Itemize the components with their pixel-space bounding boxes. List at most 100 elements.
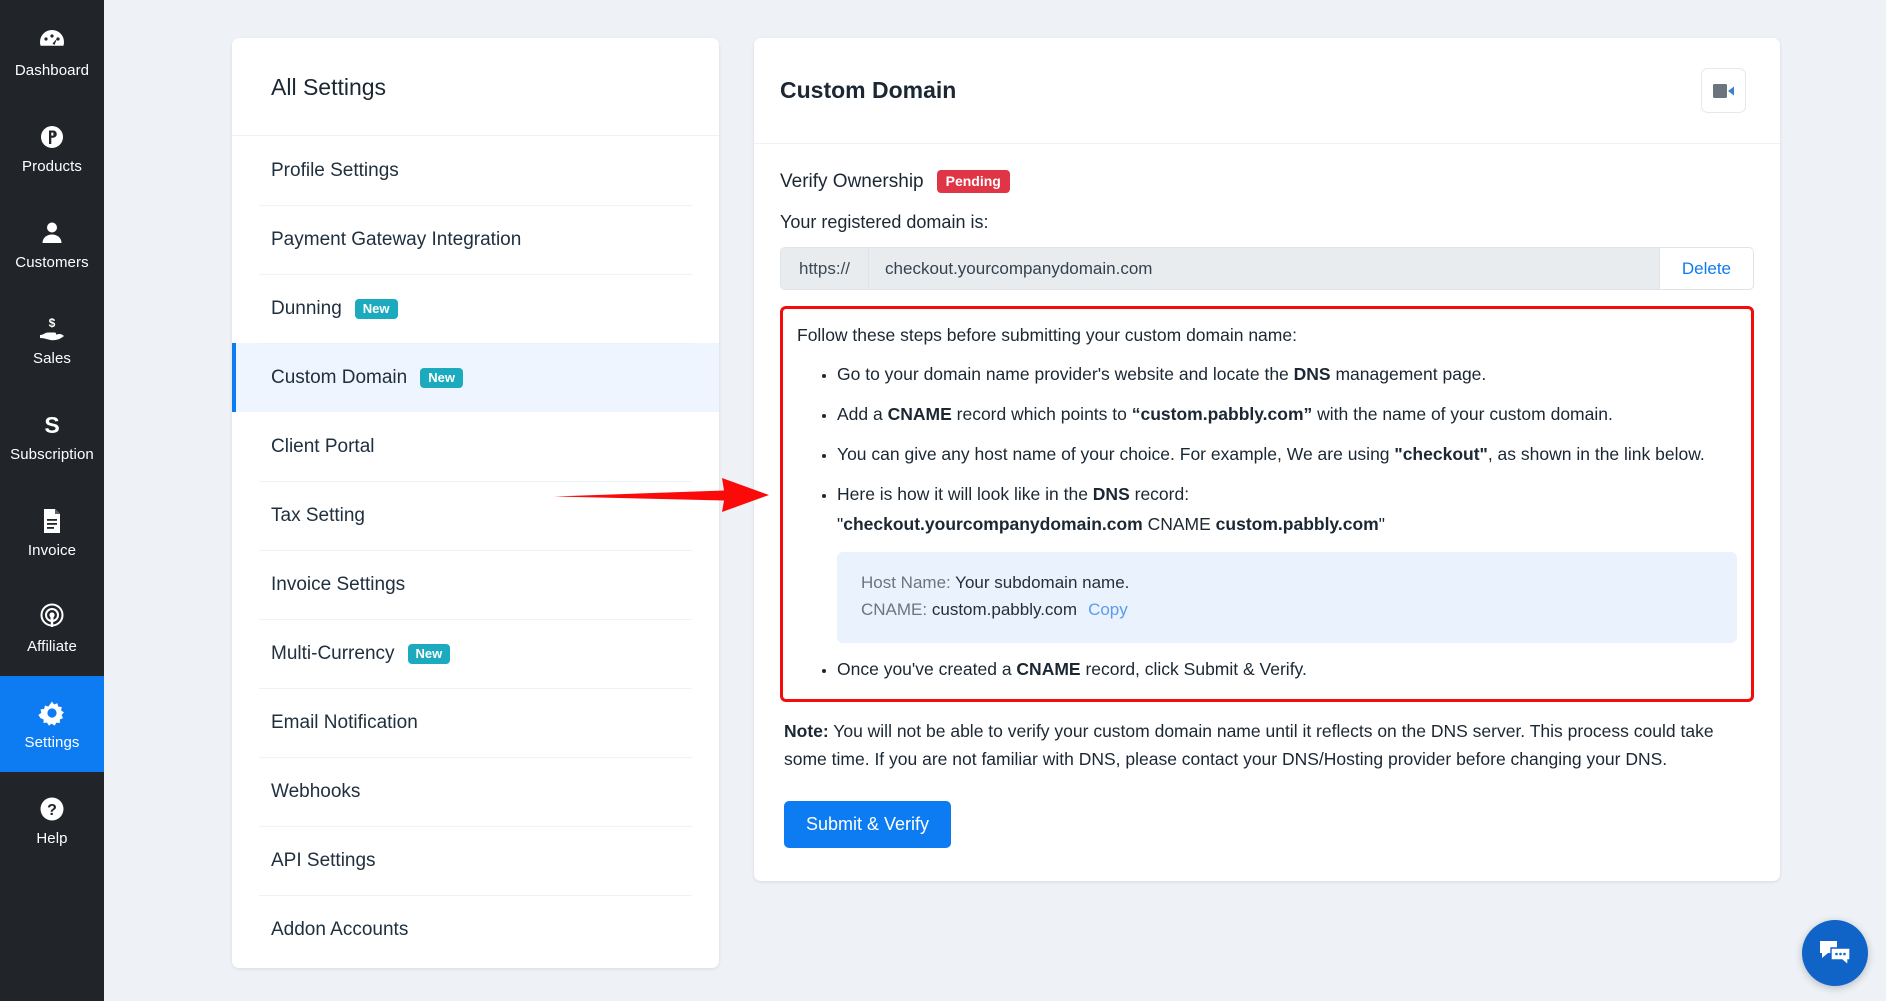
step-item: Once you've created a CNAME record, clic… <box>837 655 1737 683</box>
settings-item-label: Multi-Currency <box>271 642 395 664</box>
svg-text:$: $ <box>49 316 56 330</box>
domain-input[interactable] <box>869 248 1659 289</box>
domain-protocol-prefix: https:// <box>781 248 870 289</box>
subscription-icon: S <box>37 410 67 440</box>
settings-item-payment-gateway-integration[interactable]: Payment Gateway Integration <box>232 205 719 274</box>
sales-icon: $ <box>37 314 67 344</box>
settings-item-dunning[interactable]: Dunning New <box>232 274 719 343</box>
registered-domain-label: Your registered domain is: <box>780 212 989 232</box>
all-settings-card: All Settings Profile Settings Payment Gat… <box>232 38 719 968</box>
settings-item-addon-accounts[interactable]: Addon Accounts <box>232 895 719 964</box>
step-text: Add a CNAME record which points to “cust… <box>837 404 1613 425</box>
settings-item-custom-domain[interactable]: Custom Domain New <box>232 343 719 412</box>
new-badge: New <box>420 367 463 388</box>
note-text: Note: You will not be able to verify you… <box>780 717 1754 774</box>
settings-item-label: Payment Gateway Integration <box>271 228 522 250</box>
step-item: Add a CNAME record which points to “cust… <box>837 400 1737 428</box>
dns-record-example: "checkout.yourcompanydomain.com CNAME cu… <box>837 514 1385 535</box>
sidebar-item-invoice[interactable]: Invoice <box>0 484 104 580</box>
sidebar-item-label: Settings <box>24 734 80 751</box>
sidebar-item-label: Customers <box>15 254 89 271</box>
sidebar-item-label: Help <box>36 830 68 847</box>
sidebar-item-products[interactable]: Products <box>0 100 104 196</box>
settings-list: Profile Settings Payment Gateway Integrat… <box>232 136 719 964</box>
sidebar-item-label: Invoice <box>27 542 77 559</box>
custom-domain-card: Custom Domain Verify Ownership Pending Y… <box>754 38 1780 881</box>
step-item: Here is how it will look like in the DNS… <box>837 480 1737 644</box>
svg-text:?: ? <box>47 802 57 819</box>
settings-item-label: Dunning <box>271 297 342 319</box>
sidebar-item-help[interactable]: ? Help <box>0 772 104 868</box>
affiliate-icon <box>37 602 67 632</box>
sidebar-item-label: Dashboard <box>14 62 90 79</box>
note-body: You will not be able to verify your cust… <box>784 721 1714 770</box>
cname-line: CNAME: custom.pabbly.com Copy <box>861 597 1713 623</box>
settings-item-tax-setting[interactable]: Tax Setting <box>232 481 719 550</box>
sidebar-item-settings[interactable]: Settings <box>0 676 104 772</box>
all-settings-title: All Settings <box>232 38 719 136</box>
chat-bubbles-icon <box>1820 941 1851 967</box>
host-name-line: Host Name: Your subdomain name. <box>861 570 1713 596</box>
invoice-icon <box>37 506 67 536</box>
sidebar-item-label: Sales <box>32 350 72 367</box>
customers-icon <box>37 218 67 248</box>
settings-item-api-settings[interactable]: API Settings <box>232 826 719 895</box>
settings-item-label: Webhooks <box>271 780 361 802</box>
page-title: Custom Domain <box>780 77 957 103</box>
settings-item-profile-settings[interactable]: Profile Settings <box>232 136 719 205</box>
steps-instructions-box: Follow these steps before submitting you… <box>780 306 1754 703</box>
products-icon <box>37 122 67 152</box>
new-badge: New <box>354 298 398 319</box>
verify-ownership-row: Verify Ownership Pending <box>780 170 1754 193</box>
copy-cname-button[interactable]: Copy <box>1088 600 1128 619</box>
steps-list: Go to your domain name provider's websit… <box>797 360 1737 683</box>
verify-ownership-label: Verify Ownership <box>780 170 924 192</box>
settings-item-client-portal[interactable]: Client Portal <box>232 412 719 481</box>
status-badge: Pending <box>936 170 1010 193</box>
host-name-label: Host Name: <box>861 573 951 593</box>
sidebar-item-subscription[interactable]: S Subscription <box>0 388 104 484</box>
sidebar-item-label: Products <box>22 158 82 175</box>
settings-item-webhooks[interactable]: Webhooks <box>232 757 719 826</box>
submit-verify-button[interactable]: Submit & Verify <box>784 800 952 848</box>
settings-item-label: Tax Setting <box>271 504 365 526</box>
dashboard-icon <box>37 26 67 56</box>
settings-item-label: Custom Domain <box>271 366 408 388</box>
sidebar-item-label: Subscription <box>10 446 94 463</box>
custom-domain-body: Verify Ownership Pending Your registered… <box>754 144 1780 848</box>
delete-domain-button[interactable]: Delete <box>1658 248 1753 289</box>
main-sidebar: Dashboard Products Customers $ Sales S Subscri… <box>0 0 104 1001</box>
cname-info-box: Host Name: Your subdomain name. CNAME: cu… <box>837 552 1737 644</box>
step-item: Go to your domain name provider's websit… <box>837 360 1737 388</box>
sidebar-item-customers[interactable]: Customers <box>0 196 104 292</box>
settings-item-label: Invoice Settings <box>271 573 406 595</box>
settings-item-label: API Settings <box>271 849 376 871</box>
gear-icon <box>37 698 67 728</box>
chat-widget-button[interactable] <box>1802 920 1868 986</box>
domain-input-group: https:// Delete <box>780 247 1754 290</box>
settings-item-email-notification[interactable]: Email Notification <box>232 688 719 757</box>
step-item: You can give any host name of your choic… <box>837 440 1737 468</box>
sidebar-item-dashboard[interactable]: Dashboard <box>0 4 104 100</box>
step-text: Here is how it will look like in the DNS… <box>837 484 1190 505</box>
settings-item-label: Email Notification <box>271 711 418 733</box>
settings-item-label: Addon Accounts <box>271 918 409 940</box>
custom-domain-header: Custom Domain <box>754 38 1780 144</box>
step-text: Once you've created a CNAME record, clic… <box>837 659 1307 680</box>
steps-intro: Follow these steps before submitting you… <box>797 325 1297 345</box>
video-camera-icon[interactable] <box>1701 68 1746 113</box>
cname-label: CNAME: <box>861 599 928 619</box>
settings-item-label: Profile Settings <box>271 159 399 181</box>
cname-value: custom.pabbly.com <box>931 599 1078 619</box>
sidebar-item-affiliate[interactable]: Affiliate <box>0 580 104 676</box>
sidebar-item-sales[interactable]: $ Sales <box>0 292 104 388</box>
new-badge: New <box>407 643 451 664</box>
help-icon: ? <box>37 794 67 824</box>
note-label: Note: <box>784 721 829 742</box>
settings-item-multi-currency[interactable]: Multi-Currency New <box>232 619 719 688</box>
settings-item-invoice-settings[interactable]: Invoice Settings <box>232 550 719 619</box>
host-name-value: Your subdomain name. <box>955 573 1130 593</box>
step-text: Go to your domain name provider's websit… <box>837 364 1487 385</box>
step-text: You can give any host name of your choic… <box>837 444 1705 465</box>
sidebar-item-label: Affiliate <box>27 638 77 655</box>
